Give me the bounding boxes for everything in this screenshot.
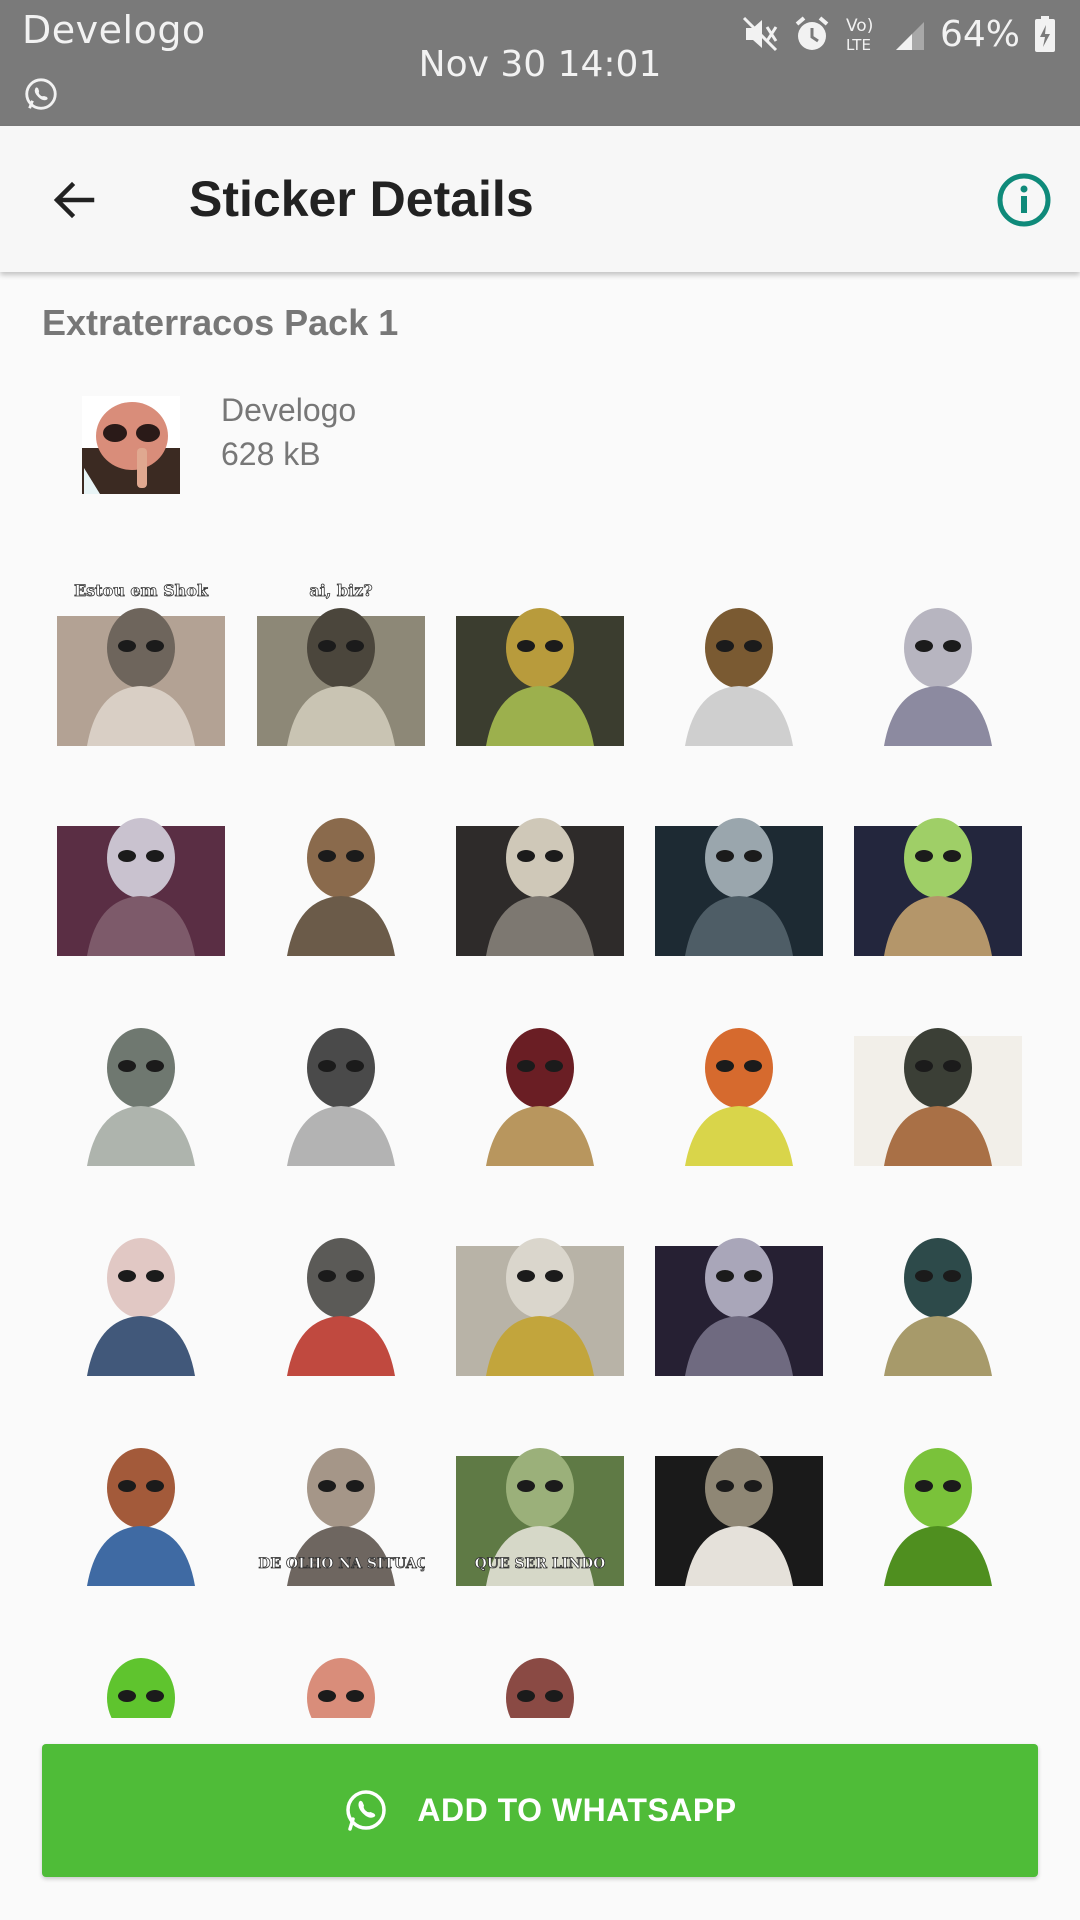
grid-bottom-edge bbox=[0, 1718, 1080, 1744]
whatsapp-icon bbox=[346, 1789, 387, 1831]
sticker-image bbox=[57, 1028, 225, 1166]
sticker-image bbox=[655, 818, 823, 956]
sticker-item[interactable] bbox=[456, 578, 624, 746]
volte-label-top: Vo) bbox=[846, 16, 873, 36]
add-to-whatsapp-label: ADD TO WHATSAPP bbox=[417, 1792, 737, 1828]
battery-percent: 64% bbox=[939, 13, 1020, 55]
volte-label-bottom: LTE bbox=[846, 36, 871, 54]
battery-charging-icon bbox=[1035, 16, 1055, 52]
sticker-item[interactable] bbox=[257, 788, 425, 956]
sticker-image bbox=[655, 1448, 823, 1586]
sticker-item[interactable] bbox=[257, 1208, 425, 1376]
sticker-item[interactable]: Estou em Shok bbox=[57, 578, 225, 746]
sticker-image bbox=[854, 608, 1022, 746]
sticker-image: ai, biz? bbox=[257, 581, 425, 746]
signal-icon bbox=[895, 22, 924, 50]
info-button[interactable] bbox=[994, 170, 1054, 230]
volte-icon: Vo) LTE bbox=[846, 16, 873, 54]
pack-name: Extraterracos Pack 1 bbox=[42, 302, 399, 343]
sticker-item[interactable] bbox=[655, 998, 823, 1166]
sticker-item[interactable] bbox=[854, 1418, 1022, 1586]
pack-tray-icon bbox=[82, 396, 180, 494]
sticker-image bbox=[655, 1028, 823, 1166]
sticker-image bbox=[257, 1028, 425, 1166]
sticker-item[interactable] bbox=[57, 788, 225, 956]
sticker-item[interactable] bbox=[655, 788, 823, 956]
sticker-image: SÓ DE OLHO NA SITUAÇÃO bbox=[257, 1448, 425, 1586]
sticker-image bbox=[655, 1238, 823, 1376]
sticker-item[interactable] bbox=[456, 998, 624, 1166]
sticker-image bbox=[854, 1238, 1022, 1376]
sticker-image bbox=[257, 818, 425, 956]
sticker-image bbox=[57, 818, 225, 956]
mute-icon bbox=[742, 16, 778, 52]
pack-size: 628 kB bbox=[221, 436, 321, 472]
sticker-caption: ai, biz? bbox=[309, 581, 372, 600]
sticker-item[interactable] bbox=[57, 1208, 225, 1376]
sticker-image bbox=[456, 818, 624, 956]
sticker-item[interactable] bbox=[854, 578, 1022, 746]
sticker-image bbox=[456, 1028, 624, 1166]
sticker-item[interactable]: QUE SER LINDO bbox=[456, 1418, 624, 1586]
arrow-back-icon bbox=[53, 181, 95, 219]
sticker-image bbox=[456, 608, 624, 746]
sticker-image bbox=[456, 1238, 624, 1376]
back-button[interactable] bbox=[34, 160, 114, 240]
pack-publisher: Develogo bbox=[221, 392, 357, 428]
sticker-item[interactable] bbox=[257, 998, 425, 1166]
sticker-image: QUE SER LINDO bbox=[456, 1448, 624, 1586]
sticker-image bbox=[854, 818, 1022, 956]
sticker-image bbox=[57, 1448, 225, 1586]
sticker-item[interactable] bbox=[456, 1208, 624, 1376]
sticker-item[interactable] bbox=[854, 788, 1022, 956]
sticker-caption: SÓ DE OLHO NA SITUAÇÃO bbox=[257, 1553, 425, 1572]
sticker-item[interactable] bbox=[854, 998, 1022, 1166]
sticker-image bbox=[854, 1028, 1022, 1166]
sticker-caption: QUE SER LINDO bbox=[475, 1556, 606, 1572]
sticker-item[interactable] bbox=[854, 1208, 1022, 1376]
info-icon bbox=[997, 173, 1051, 227]
sticker-item[interactable] bbox=[655, 1418, 823, 1586]
sticker-image bbox=[854, 1448, 1022, 1586]
sticker-image: Estou em Shok bbox=[57, 581, 225, 746]
sticker-item[interactable] bbox=[456, 788, 624, 956]
sticker-item[interactable] bbox=[57, 998, 225, 1166]
sticker-item[interactable] bbox=[655, 578, 823, 746]
sticker-image bbox=[655, 608, 823, 746]
status-icons: Vo) LTE 64% bbox=[740, 12, 1056, 56]
sticker-image bbox=[57, 1238, 225, 1376]
add-to-whatsapp-button[interactable]: ADD TO WHATSAPP bbox=[42, 1744, 1038, 1877]
sticker-caption: Estou em Shok bbox=[74, 581, 209, 600]
sticker-item[interactable] bbox=[57, 1418, 225, 1586]
sticker-item[interactable]: ai, biz? bbox=[257, 578, 425, 746]
sticker-item[interactable] bbox=[655, 1208, 823, 1376]
sticker-image bbox=[257, 1238, 425, 1376]
sticker-item[interactable]: SÓ DE OLHO NA SITUAÇÃO bbox=[257, 1418, 425, 1586]
page-title: Sticker Details bbox=[189, 171, 534, 227]
alarm-icon bbox=[795, 16, 829, 50]
status-bar: Develogo Nov 30 14:01 Vo) LTE 64% bbox=[0, 0, 1080, 126]
app-bar: Sticker Details bbox=[0, 126, 1080, 272]
